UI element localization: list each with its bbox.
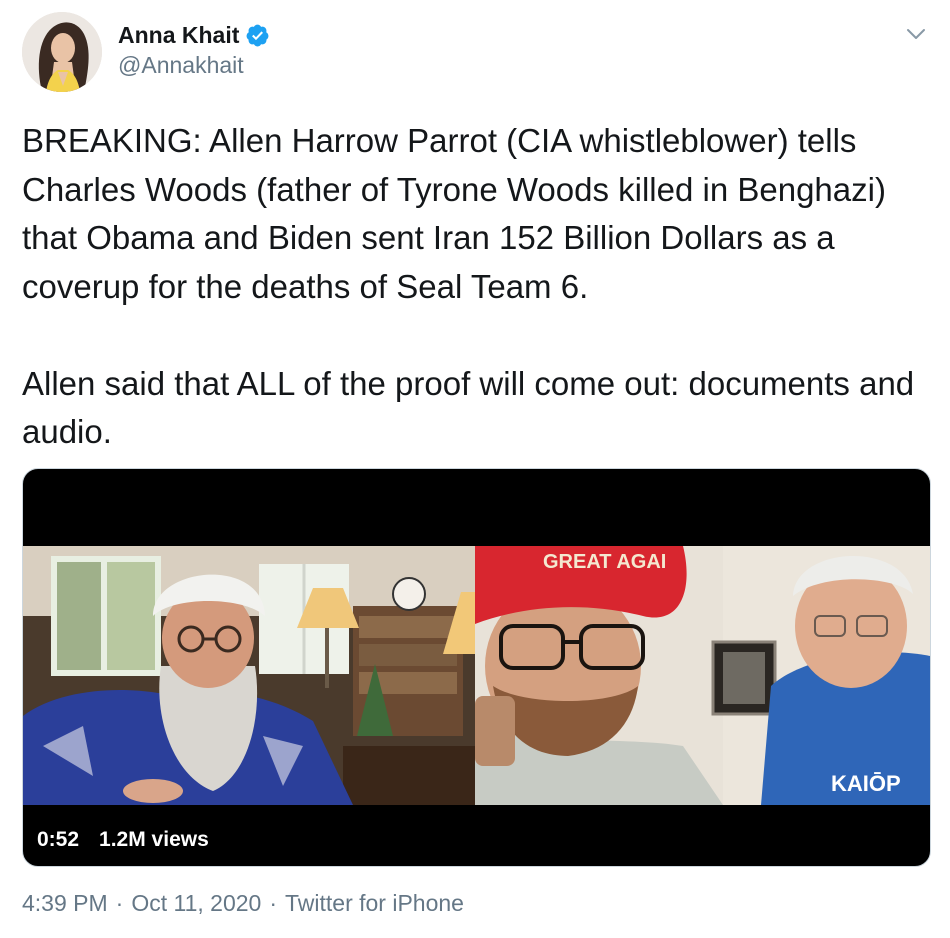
video-meta: 0:52 1.2M views	[37, 828, 209, 852]
avatar[interactable]	[22, 12, 102, 92]
tweet-date[interactable]: Oct 11, 2020	[131, 890, 261, 917]
tweet-time[interactable]: 4:39 PM	[22, 890, 108, 917]
video-player[interactable]: GREAT AGAI KAIŌP 0:52 1.2M views	[22, 468, 931, 867]
profile-photo-icon	[22, 12, 102, 92]
hat-text: GREAT AGAI	[543, 551, 666, 573]
tweet-footer: 4:39 PM · Oct 11, 2020 · Twitter for iPh…	[22, 890, 464, 917]
tweet-source[interactable]: Twitter for iPhone	[285, 890, 464, 917]
footer-separator: ·	[115, 890, 124, 916]
video-thumbnail: GREAT AGAI KAIŌP	[23, 546, 930, 805]
footer-separator: ·	[269, 890, 277, 916]
chevron-down-icon[interactable]	[904, 22, 928, 46]
video-views: 1.2M views	[99, 828, 209, 851]
handle[interactable]: @Annakhait	[118, 52, 270, 79]
verified-badge-icon	[245, 23, 270, 48]
tweet-text: BREAKING: Allen Harrow Parrot (CIA whist…	[22, 122, 915, 450]
display-name-row: Anna Khait	[118, 20, 270, 50]
video-duration: 0:52	[37, 828, 80, 851]
shirt-text: KAIŌP	[831, 771, 901, 796]
display-name[interactable]: Anna Khait	[118, 22, 239, 49]
tweet-card: Anna Khait @Annakhait BREAKING: Allen Ha…	[0, 0, 950, 938]
author-block: Anna Khait @Annakhait	[118, 20, 270, 79]
